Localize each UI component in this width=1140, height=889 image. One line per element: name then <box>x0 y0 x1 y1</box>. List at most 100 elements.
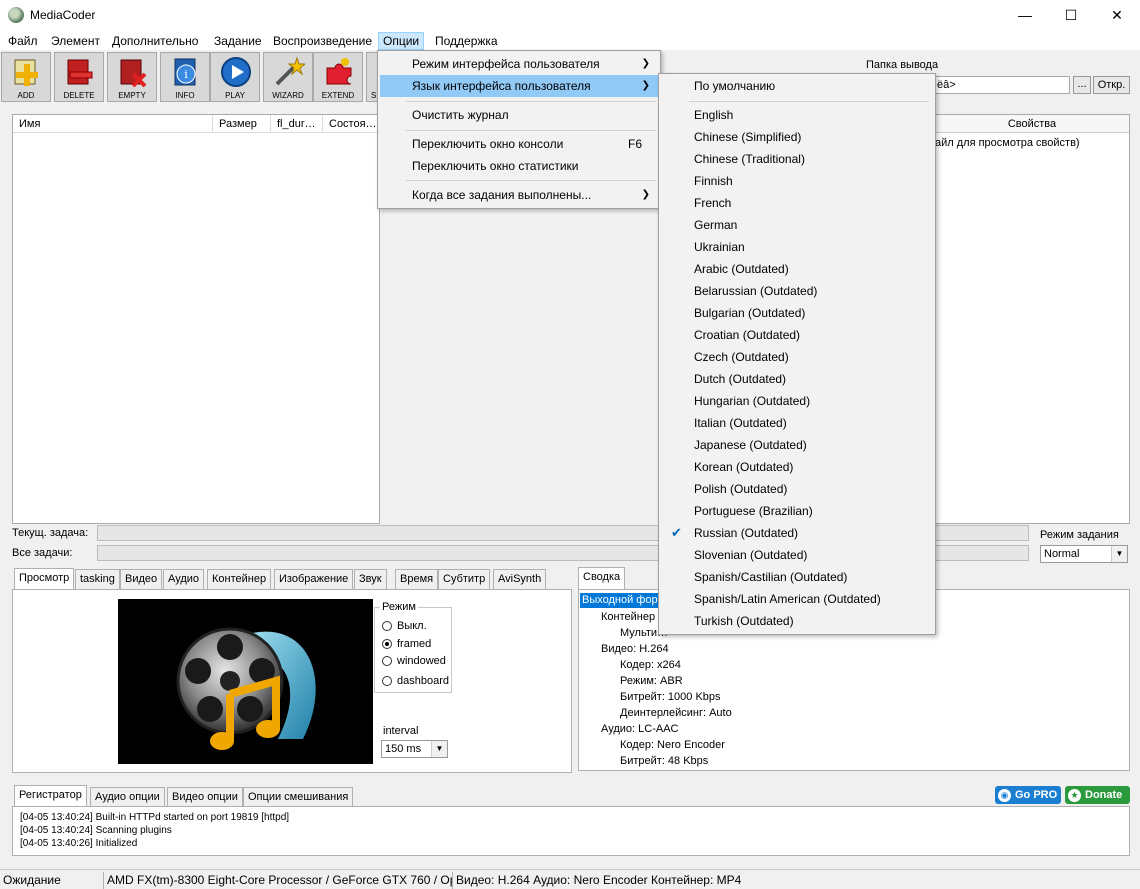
tab-subtitle[interactable]: Субтитр <box>438 569 491 589</box>
column-state[interactable]: Состоя… <box>323 115 381 133</box>
menu-playback[interactable]: Воспроизведение <box>269 32 376 50</box>
lang-item[interactable]: Hungarian (Outdated) <box>661 390 933 412</box>
properties-panel: Свойства айл для просмотра свойств) <box>934 114 1130 524</box>
lang-item-label: Ukrainian <box>694 240 745 254</box>
tab-summary[interactable]: Сводка <box>578 567 626 589</box>
tree-item[interactable]: Аудио: LC-AAC <box>601 723 678 735</box>
menu-toggle-stats[interactable]: Переключить окно статистики <box>380 155 658 177</box>
lang-item[interactable]: Czech (Outdated) <box>661 346 933 368</box>
tree-root-output-format[interactable]: Выходной фор <box>580 593 660 608</box>
extend-label: EXTEND <box>321 91 355 100</box>
lang-item[interactable]: Korean (Outdated) <box>661 456 933 478</box>
tab-picture[interactable]: Изображение <box>274 569 354 589</box>
tab-logger[interactable]: Регистратор <box>14 785 87 807</box>
properties-header[interactable]: Свойства <box>935 115 1129 133</box>
lang-item[interactable]: Spanish/Latin American (Outdated) <box>661 588 933 610</box>
lang-item[interactable]: Polish (Outdated) <box>661 478 933 500</box>
lang-item[interactable]: Chinese (Traditional) <box>661 148 933 170</box>
donate-button[interactable]: ★ Donate <box>1065 786 1130 804</box>
menu-options[interactable]: Опции <box>378 32 425 50</box>
menu-advanced[interactable]: Дополнительно <box>108 32 202 50</box>
tree-item[interactable]: Деинтерлейсинг: Auto <box>620 707 732 719</box>
open-folder-button[interactable]: Откр. <box>1093 76 1130 94</box>
lang-item[interactable]: Spanish/Castilian (Outdated) <box>661 566 933 588</box>
lang-item-label: Russian (Outdated) <box>694 526 799 540</box>
lang-item[interactable]: ✔ Russian (Outdated) <box>661 522 933 544</box>
lang-item-label: Belarussian (Outdated) <box>694 284 818 298</box>
menu-item[interactable]: Элемент <box>47 32 104 50</box>
lang-item-label: Spanish/Castilian (Outdated) <box>694 570 848 584</box>
mode-windowed-radio[interactable]: windowed <box>382 655 446 669</box>
lang-item[interactable]: German <box>661 214 933 236</box>
lang-item[interactable]: Portuguese (Brazilian) <box>661 500 933 522</box>
lang-item[interactable]: Belarussian (Outdated) <box>661 280 933 302</box>
column-duration[interactable]: fl_dur… <box>271 115 323 133</box>
status-state: Ожидание <box>3 873 61 887</box>
minimize-button[interactable]: — <box>1002 0 1048 30</box>
maximize-button[interactable]: ☐ <box>1048 0 1094 30</box>
menu-when-done[interactable]: Когда все задания выполнены... ❯ <box>380 184 658 206</box>
lang-item[interactable]: Croatian (Outdated) <box>661 324 933 346</box>
column-name[interactable]: Имя <box>13 115 213 133</box>
tab-sound[interactable]: Звук <box>354 569 387 589</box>
tree-item[interactable]: Битрейт: 48 Kbps <box>620 755 708 767</box>
lang-item[interactable]: Italian (Outdated) <box>661 412 933 434</box>
tab-avisynth[interactable]: AviSynth <box>493 569 547 589</box>
menu-support[interactable]: Поддержка <box>431 32 502 50</box>
tree-item[interactable]: Битрейт: 1000 Kbps <box>620 691 721 703</box>
tree-item[interactable]: Контейнер <box>601 611 655 623</box>
file-list[interactable]: Имя Размер fl_dur… Состоя… <box>12 114 381 524</box>
column-size[interactable]: Размер <box>213 115 271 133</box>
tree-item[interactable]: Кодер: x264 <box>620 659 681 671</box>
lang-default[interactable]: По умолчанию <box>661 75 933 97</box>
mode-dashboard-radio[interactable]: dashboard <box>382 675 449 689</box>
lang-item[interactable]: Japanese (Outdated) <box>661 434 933 456</box>
mode-framed-label: framed <box>397 638 432 650</box>
task-mode-select[interactable]: Normal ▼ <box>1040 545 1128 563</box>
play-button[interactable]: PLAY <box>210 52 260 102</box>
tree-item[interactable]: Видео: H.264 <box>601 643 669 655</box>
lang-item[interactable]: Chinese (Simplified) <box>661 126 933 148</box>
tab-container[interactable]: Контейнер <box>207 569 272 589</box>
menu-clear-log[interactable]: Очистить журнал <box>380 104 658 126</box>
browse-button[interactable]: ... <box>1073 76 1091 94</box>
lang-item[interactable]: Bulgarian (Outdated) <box>661 302 933 324</box>
tab-mixing-options[interactable]: Опции смешивания <box>243 787 354 807</box>
tab-time[interactable]: Время <box>395 569 439 589</box>
go-pro-button[interactable]: ◉ Go PRO <box>995 786 1061 804</box>
tab-audio[interactable]: Аудио <box>163 569 205 589</box>
interval-select[interactable]: 150 ms ▼ <box>381 740 448 758</box>
menu-ui-language[interactable]: Язык интерфейса пользователя ❯ <box>380 75 658 97</box>
output-folder-input[interactable]: ëâ> <box>934 76 1070 94</box>
add-button[interactable]: ADD <box>1 52 51 102</box>
lang-item[interactable]: English <box>661 104 933 126</box>
empty-button[interactable]: EMPTY <box>107 52 157 102</box>
wizard-button[interactable]: WIZARD <box>263 52 313 102</box>
delete-button[interactable]: DELETE <box>54 52 104 102</box>
mode-off-radio[interactable]: Выкл. <box>382 620 427 634</box>
info-button[interactable]: i INFO <box>160 52 210 102</box>
menu-toggle-console[interactable]: Переключить окно консоли F6 <box>380 133 658 155</box>
tab-video-options[interactable]: Видео опции <box>167 787 243 807</box>
tab-audio-options[interactable]: Аудио опции <box>90 787 165 807</box>
star-icon: ★ <box>1068 789 1081 802</box>
lang-item[interactable]: French <box>661 192 933 214</box>
lang-item[interactable]: Slovenian (Outdated) <box>661 544 933 566</box>
extend-button[interactable]: EXTEND <box>313 52 363 102</box>
lang-item[interactable]: Finnish <box>661 170 933 192</box>
tree-item[interactable]: Кодер: Nero Encoder <box>620 739 725 751</box>
menu-file[interactable]: Файл <box>4 32 42 50</box>
lang-item[interactable]: Turkish (Outdated) <box>661 610 933 632</box>
tab-tasking[interactable]: tasking <box>75 569 120 589</box>
close-button[interactable]: ✕ <box>1094 0 1140 30</box>
lang-item[interactable]: Arabic (Outdated) <box>661 258 933 280</box>
lang-item[interactable]: Dutch (Outdated) <box>661 368 933 390</box>
menu-separator <box>406 101 656 102</box>
mode-framed-radio[interactable]: framed <box>382 638 431 652</box>
tree-item[interactable]: Режим: ABR <box>620 675 683 687</box>
tab-preview[interactable]: Просмотр <box>14 568 75 590</box>
menu-ui-mode[interactable]: Режим интерфейса пользователя ❯ <box>380 53 658 75</box>
tab-video[interactable]: Видео <box>120 569 163 589</box>
lang-item[interactable]: Ukrainian <box>661 236 933 258</box>
menu-task[interactable]: Задание <box>210 32 266 50</box>
